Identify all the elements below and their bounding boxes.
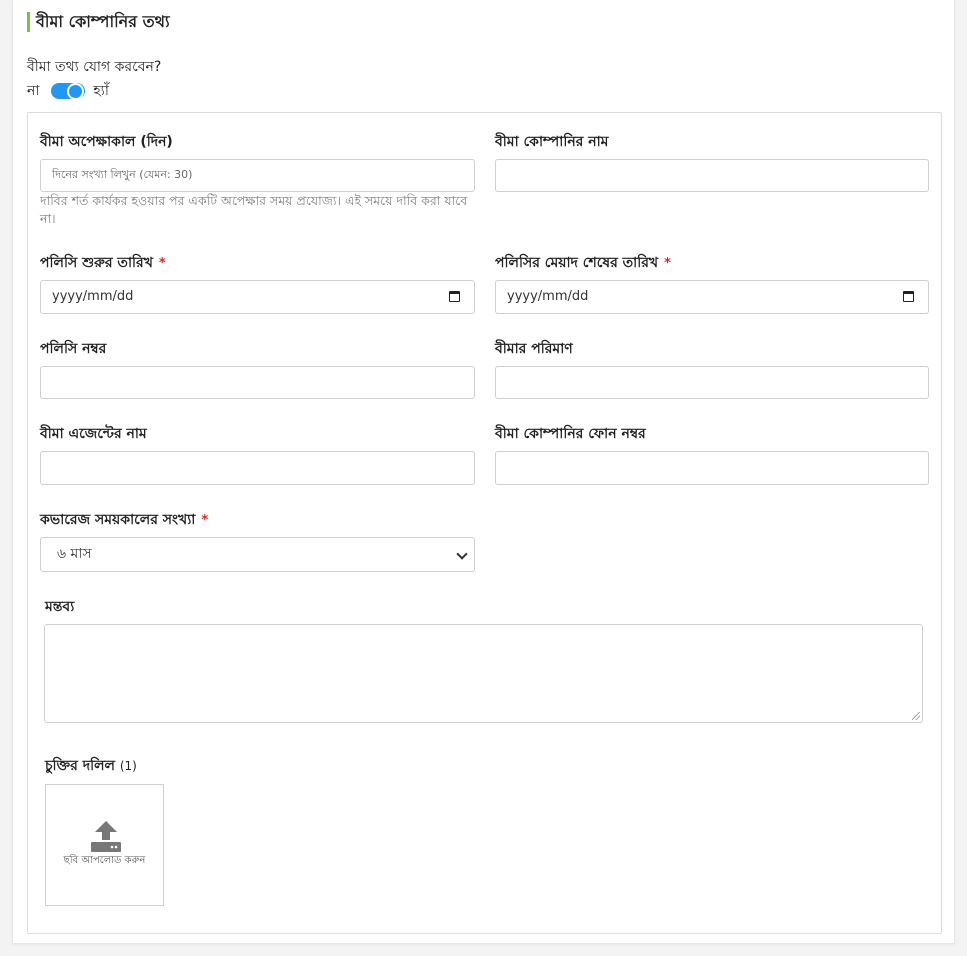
insurance-card: বীমা কোম্পানির তথ্য বীমা তথ্য যোগ করবেন?… bbox=[12, 0, 955, 944]
remarks-textarea[interactable] bbox=[44, 624, 923, 723]
upload-image-text: ছবি আপলোড করুন bbox=[63, 855, 146, 866]
policy-end-date-input[interactable]: yyyy/mm/dd bbox=[495, 280, 929, 314]
policy-number-input[interactable] bbox=[40, 366, 475, 399]
agent-name-label: বীমা এজেন্টের নাম bbox=[40, 426, 147, 442]
remarks-label: মন্তব্য bbox=[45, 599, 75, 615]
section-title: বীমা কোম্পানির তথ্য bbox=[27, 12, 170, 32]
upload-image-button[interactable]: ছবি আপলোড করুন bbox=[45, 784, 164, 906]
company-name-input[interactable] bbox=[495, 159, 929, 192]
required-mark: * bbox=[158, 256, 166, 271]
insurance-amount-label: বীমার পরিমাণ bbox=[495, 341, 573, 357]
contract-document-count: (1) bbox=[119, 759, 137, 773]
waiting-period-label: বীমা অপেক্ষাকাল (দিন) bbox=[40, 134, 173, 150]
contract-document-label: চুক্তির দলিল (1) bbox=[45, 757, 137, 775]
chevron-down-icon bbox=[456, 548, 468, 560]
resize-grip-icon[interactable] bbox=[912, 712, 920, 720]
toggle-on-label: হ্যাঁ bbox=[93, 83, 109, 99]
policy-start-label-text: পলিসি শুরুর তারিখ bbox=[40, 255, 153, 271]
policy-number-label: পলিসি নম্বর bbox=[40, 341, 107, 357]
policy-start-placeholder: yyyy/mm/dd bbox=[52, 289, 134, 304]
coverage-periods-select[interactable]: ৬ মাস bbox=[40, 537, 475, 572]
contract-document-label-text: চুক্তির দলিল bbox=[45, 758, 115, 774]
coverage-periods-label-text: কভারেজ সময়কালের সংখ্যা bbox=[40, 512, 196, 528]
insurance-amount-input[interactable] bbox=[495, 366, 929, 399]
insurance-form-panel: বীমা অপেক্ষাকাল (দিন) দিনের সংখ্যা লিখুন… bbox=[27, 112, 942, 934]
company-phone-input[interactable] bbox=[495, 451, 929, 485]
add-insurance-question: বীমা তথ্য যোগ করবেন? bbox=[27, 59, 162, 75]
policy-end-label: পলিসির মেয়াদ শেষের তারিখ * bbox=[495, 254, 671, 273]
policy-end-label-text: পলিসির মেয়াদ শেষের তারিখ bbox=[495, 255, 659, 271]
agent-name-input[interactable] bbox=[40, 451, 475, 485]
policy-end-placeholder: yyyy/mm/dd bbox=[507, 289, 589, 304]
coverage-periods-label: কভারেজ সময়কালের সংখ্যা * bbox=[40, 511, 208, 530]
company-phone-label: বীমা কোম্পানির ফোন নম্বর bbox=[495, 426, 646, 442]
required-mark: * bbox=[201, 513, 209, 528]
calendar-icon[interactable] bbox=[449, 291, 460, 302]
policy-start-label: পলিসি শুরুর তারিখ * bbox=[40, 254, 166, 273]
waiting-period-placeholder: দিনের সংখ্যা লিখুন (যেমন: 30) bbox=[52, 168, 193, 181]
calendar-icon[interactable] bbox=[903, 291, 914, 302]
insurance-toggle-row: না হ্যাঁ bbox=[27, 81, 109, 101]
upload-icon bbox=[91, 821, 121, 852]
policy-start-date-input[interactable]: yyyy/mm/dd bbox=[40, 280, 475, 314]
company-name-label: বীমা কোম্পানির নাম bbox=[495, 134, 609, 150]
required-mark: * bbox=[664, 256, 671, 271]
insurance-toggle[interactable] bbox=[51, 83, 86, 99]
toggle-off-label: না bbox=[27, 83, 40, 99]
waiting-period-input[interactable]: দিনের সংখ্যা লিখুন (যেমন: 30) bbox=[40, 159, 475, 192]
waiting-period-help: দাবির শর্ত কার্যকর হওয়ার পর একটি অপেক্ষ… bbox=[40, 193, 468, 226]
coverage-periods-selected: ৬ মাস bbox=[57, 546, 92, 562]
